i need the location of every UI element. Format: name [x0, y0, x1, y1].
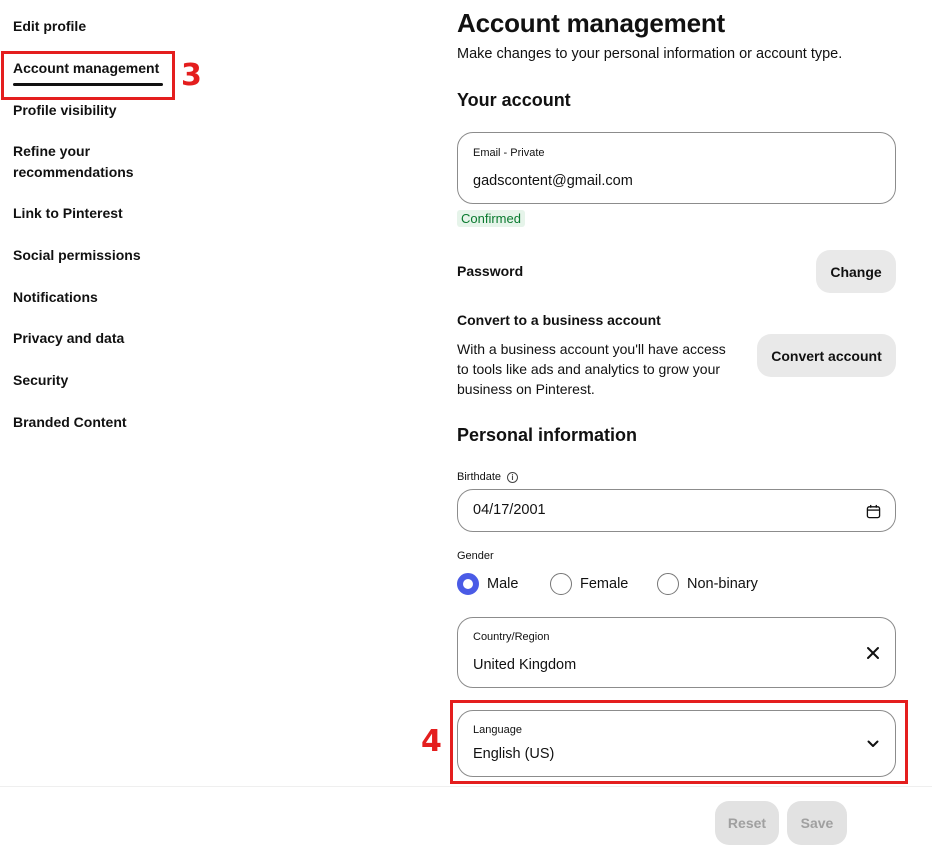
- country-region-label: Country/Region: [473, 631, 550, 643]
- gender-option-label: Male: [487, 576, 519, 592]
- section-title-personal-information: Personal information: [457, 425, 638, 445]
- sidebar-item-notifications[interactable]: Notifications: [13, 287, 98, 308]
- birthdate-label: Birthdate: [457, 471, 502, 483]
- sidebar-item-privacy-and-data[interactable]: Privacy and data: [13, 328, 124, 349]
- annotation-step-number: 4: [421, 724, 442, 759]
- footer-divider: [0, 786, 932, 787]
- radio-button[interactable]: [550, 573, 572, 595]
- change-password-button[interactable]: Change: [816, 250, 896, 293]
- sidebar-item-branded-content[interactable]: Branded Content: [13, 412, 127, 433]
- sidebar-item-refine-recommendations[interactable]: Refine your recommendations: [13, 141, 153, 183]
- language-value: English (US): [473, 746, 555, 762]
- gender-label: Gender: [457, 550, 494, 562]
- sidebar-item-profile-visibility[interactable]: Profile visibility: [13, 100, 116, 121]
- calendar-icon[interactable]: [863, 501, 883, 521]
- section-title-your-account: Your account: [457, 90, 571, 110]
- sidebar-item-social-permissions[interactable]: Social permissions: [13, 245, 141, 266]
- radio-button-checked[interactable]: [457, 573, 479, 595]
- page-subtitle: Make changes to your personal informatio…: [457, 46, 843, 62]
- convert-business-description: With a business account you'll have acce…: [457, 341, 726, 397]
- page-title: Account management: [457, 8, 726, 38]
- language-select[interactable]: Language English (US): [457, 710, 896, 777]
- sidebar-item-security[interactable]: Security: [13, 370, 68, 391]
- birthdate-value: 04/17/2001: [473, 502, 546, 518]
- sidebar-item-link-to-pinterest[interactable]: Link to Pinterest: [13, 203, 123, 224]
- gender-option-label: Female: [580, 576, 629, 592]
- radio-button[interactable]: [657, 573, 679, 595]
- birthdate-field[interactable]: 04/17/2001: [457, 489, 896, 532]
- country-region-value: United Kingdom: [473, 657, 577, 673]
- password-label: Password: [457, 263, 524, 279]
- gender-option-male[interactable]: Male: [457, 573, 518, 595]
- email-confirmed-badge: Confirmed: [457, 210, 525, 227]
- gender-option-female[interactable]: Female: [550, 573, 628, 595]
- reset-button[interactable]: Reset: [715, 801, 779, 845]
- country-region-field[interactable]: Country/Region United Kingdom: [457, 617, 896, 688]
- convert-account-button[interactable]: Convert account: [757, 334, 896, 377]
- language-label: Language: [473, 724, 522, 736]
- email-field[interactable]: Email - Private gadscontent@gmail.com: [457, 132, 896, 204]
- clear-icon[interactable]: [863, 643, 883, 663]
- chevron-down-icon[interactable]: [863, 734, 883, 754]
- sidebar-item-edit-profile[interactable]: Edit profile: [13, 16, 86, 37]
- email-field-value: gadscontent@gmail.com: [473, 173, 633, 189]
- birthdate-label-row: Birthdate i: [457, 471, 519, 483]
- convert-business-heading: Convert to a business account: [457, 312, 661, 328]
- email-field-label: Email - Private: [473, 147, 545, 159]
- save-button[interactable]: Save: [787, 801, 847, 845]
- annotation-highlight-account-management: [1, 51, 175, 100]
- gender-option-label: Non-binary: [687, 576, 758, 592]
- info-icon[interactable]: i: [507, 471, 519, 483]
- annotation-step-number: 3: [181, 58, 202, 93]
- gender-option-non-binary[interactable]: Non-binary: [657, 573, 758, 595]
